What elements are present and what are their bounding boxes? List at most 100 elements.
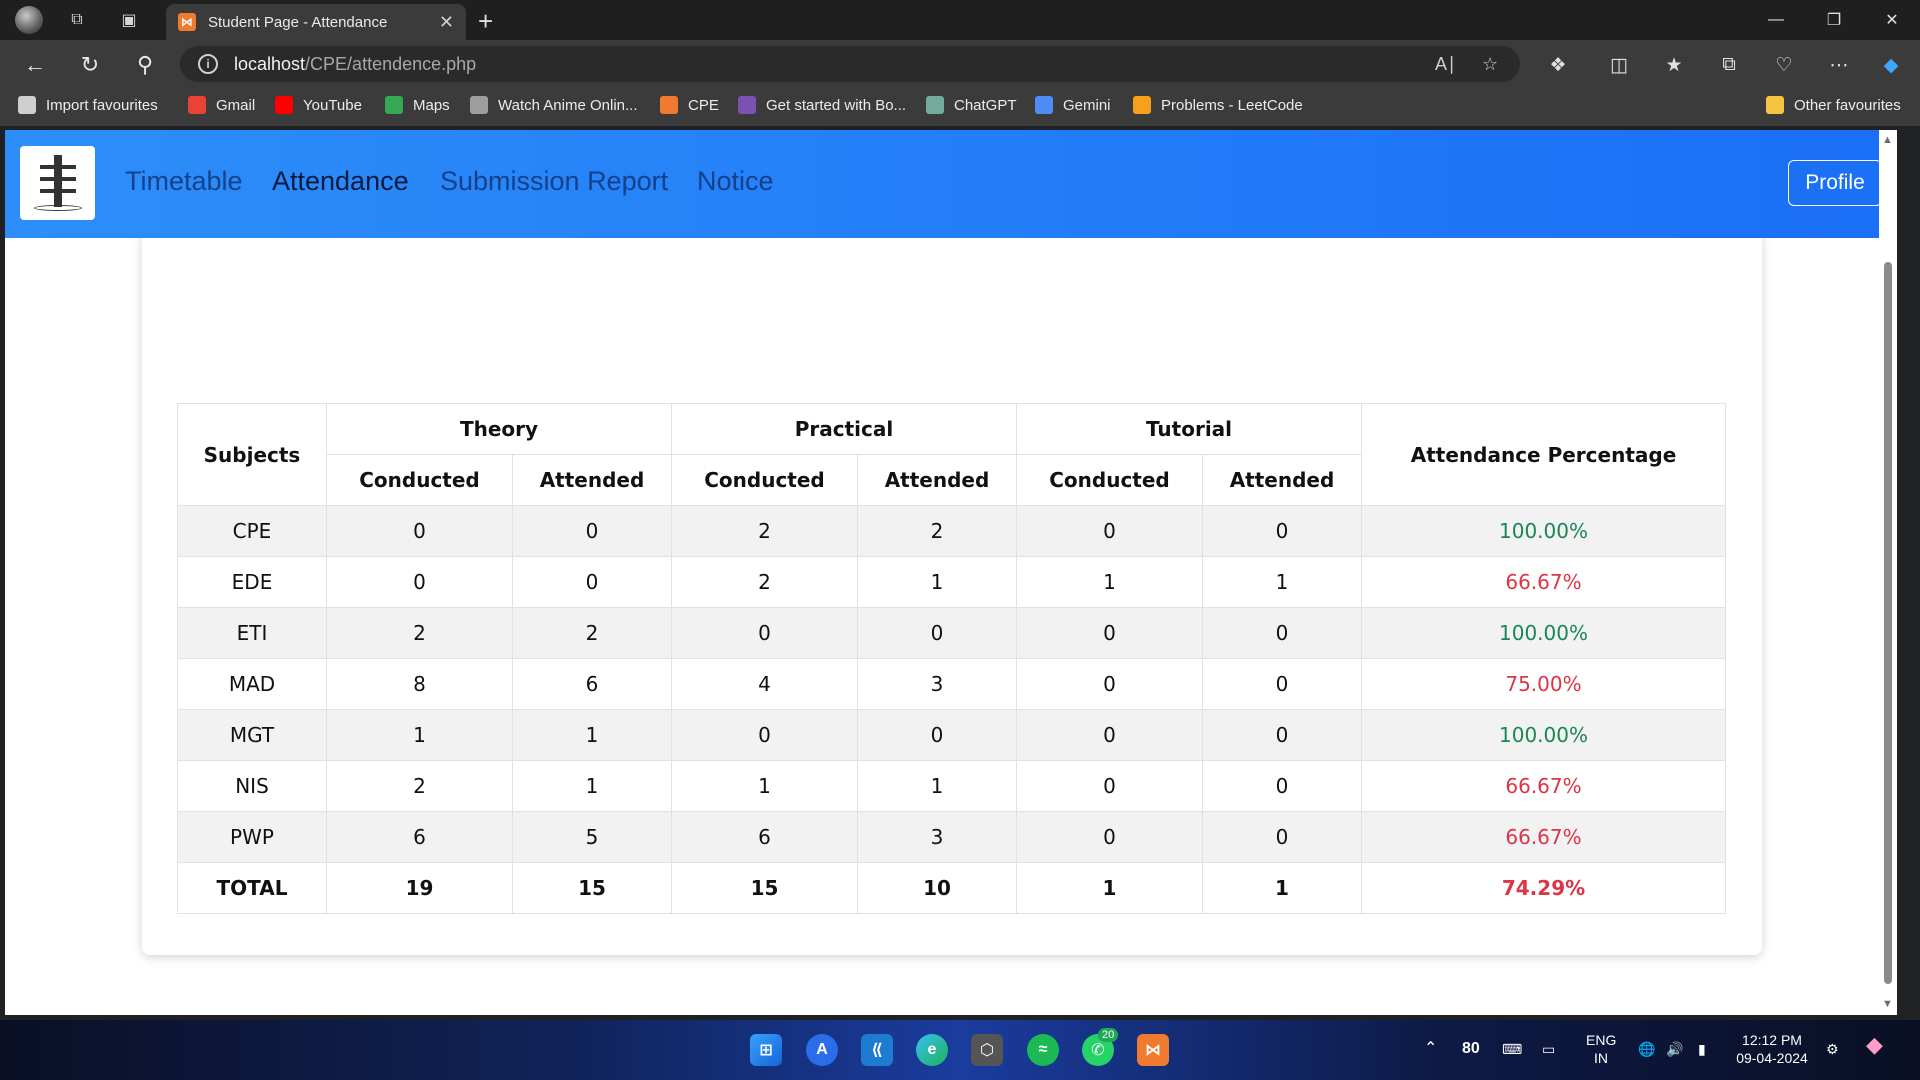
percentage-cell: 75.00% xyxy=(1361,658,1726,710)
favorite-item[interactable]: YouTube xyxy=(275,96,362,114)
page-viewport: Timetable Attendance Submission Report N… xyxy=(5,130,1897,1015)
browser-tab[interactable]: ⋈ Student Page - Attendance ✕ xyxy=(166,4,466,40)
value-cell: 3 xyxy=(857,811,1017,863)
nav-notice[interactable]: Notice xyxy=(697,166,774,197)
read-aloud-icon[interactable]: A∣ xyxy=(1435,54,1456,75)
favorite-label: CPE xyxy=(688,96,719,114)
subject-cell: PWP xyxy=(177,811,327,863)
favorite-label: Problems - LeetCode xyxy=(1161,96,1303,114)
split-screen-icon[interactable]: ◫ xyxy=(1604,50,1634,80)
app-store-icon[interactable]: A xyxy=(806,1034,838,1066)
search-icon[interactable]: ⚲ xyxy=(130,50,160,80)
scroll-up-icon[interactable]: ▲ xyxy=(1882,134,1893,146)
xampp-icon[interactable]: ⋈ xyxy=(1137,1034,1169,1066)
battery-icon[interactable]: ▮ xyxy=(1698,1040,1706,1058)
collections-icon[interactable]: ⧉ xyxy=(1714,50,1744,80)
favorite-item[interactable]: Get started with Bo... xyxy=(738,96,906,114)
value-cell: 2 xyxy=(512,607,672,659)
favorite-star-icon[interactable]: ☆ xyxy=(1482,54,1498,75)
value-cell: 15 xyxy=(512,862,672,914)
start-icon[interactable]: ⊞ xyxy=(750,1034,782,1066)
close-tab-icon[interactable]: ✕ xyxy=(439,12,454,33)
temperature-reading[interactable]: 80 xyxy=(1462,1040,1480,1058)
value-cell: 0 xyxy=(326,556,513,608)
value-cell: 6 xyxy=(512,658,672,710)
scroll-thumb[interactable] xyxy=(1884,262,1892,984)
scroll-down-icon[interactable]: ▼ xyxy=(1882,998,1893,1010)
extensions-icon[interactable]: ❖ xyxy=(1543,50,1573,80)
percentage-cell: 100.00% xyxy=(1361,709,1726,761)
nav-submission-report[interactable]: Submission Report xyxy=(440,166,668,197)
table-row: MAD 8 6 4 3 0 0 75.00% xyxy=(177,658,1726,710)
subject-cell: CPE xyxy=(177,505,327,557)
minimize-icon[interactable]: — xyxy=(1748,0,1804,40)
value-cell: 1 xyxy=(1202,862,1362,914)
nav-attendance[interactable]: Attendance xyxy=(272,166,409,197)
close-window-icon[interactable]: ✕ xyxy=(1864,0,1920,40)
value-cell: 0 xyxy=(1202,658,1362,710)
back-icon[interactable]: ← xyxy=(20,50,50,80)
clock-date: 09-04-2024 xyxy=(1736,1050,1808,1066)
favorite-item[interactable]: Maps xyxy=(385,96,450,114)
new-tab-icon[interactable]: + xyxy=(478,6,493,37)
tab-actions-icon[interactable]: ▣ xyxy=(116,7,142,33)
favorite-item[interactable]: Watch Anime Onlin... xyxy=(470,96,638,114)
favorite-item[interactable]: Problems - LeetCode xyxy=(1133,96,1303,114)
volume-icon[interactable]: 🔊 xyxy=(1666,1040,1683,1058)
value-cell: 1 xyxy=(857,760,1017,812)
favorite-item[interactable]: ChatGPT xyxy=(926,96,1017,114)
value-cell: 0 xyxy=(1016,505,1203,557)
header-tutorial-attended: Attended xyxy=(1202,454,1362,506)
spotify-icon[interactable]: ≈ xyxy=(1027,1034,1059,1066)
favorite-label: Watch Anime Onlin... xyxy=(498,96,638,114)
favorites-icon[interactable]: ★ xyxy=(1659,50,1689,80)
vscode-icon[interactable]: ⟪ xyxy=(861,1034,893,1066)
unity-icon[interactable]: ⬡ xyxy=(971,1034,1003,1066)
clock[interactable]: 12:12 PM 09-04-2024 xyxy=(1736,1031,1808,1067)
college-logo[interactable] xyxy=(20,146,95,220)
value-cell: 0 xyxy=(1202,760,1362,812)
language-indicator[interactable]: ENG IN xyxy=(1586,1031,1616,1067)
value-cell: 10 xyxy=(857,862,1017,914)
header-attendance-percentage: Attendance Percentage xyxy=(1361,403,1726,506)
value-cell: 2 xyxy=(326,607,513,659)
more-options-icon[interactable]: ⋯ xyxy=(1824,50,1854,80)
tablet-icon[interactable]: ▭ xyxy=(1542,1040,1555,1058)
value-cell: 0 xyxy=(1016,658,1203,710)
bootstrap-icon xyxy=(738,96,756,114)
show-hidden-icons[interactable]: ⌃ xyxy=(1424,1040,1437,1058)
favorite-item[interactable]: Gmail xyxy=(188,96,255,114)
copilot-icon[interactable]: ◆ xyxy=(1876,50,1906,80)
edge-icon[interactable]: e xyxy=(916,1034,948,1066)
favorite-item[interactable]: Import favourites xyxy=(18,96,158,114)
site-info-icon[interactable]: i xyxy=(198,54,218,74)
keyboard-icon[interactable]: ⌨ xyxy=(1502,1040,1522,1058)
header-theory-conducted: Conducted xyxy=(326,454,513,506)
profile-button[interactable]: Profile xyxy=(1788,160,1882,206)
favorite-label: YouTube xyxy=(303,96,362,114)
favorite-item[interactable]: Gemini xyxy=(1035,96,1111,114)
value-cell: 1 xyxy=(857,556,1017,608)
workspaces-icon[interactable]: ⧉ xyxy=(64,7,90,33)
settings-gear-icon[interactable]: ⚙ xyxy=(1826,1040,1839,1058)
network-icon[interactable]: 🌐 xyxy=(1638,1040,1655,1058)
site-navbar: Timetable Attendance Submission Report N… xyxy=(5,130,1897,238)
subject-cell: MGT xyxy=(177,709,327,761)
table-row: MGT 1 1 0 0 0 0 100.00% xyxy=(177,709,1726,761)
url-bar[interactable]: i localhost/CPE/attendence.php A∣ ☆ xyxy=(180,46,1520,82)
restore-icon[interactable]: ❐ xyxy=(1806,0,1862,40)
value-cell: 0 xyxy=(671,607,858,659)
refresh-icon[interactable]: ↻ xyxy=(75,50,105,80)
table-row: EDE 0 0 2 1 1 1 66.67% xyxy=(177,556,1726,608)
nav-timetable[interactable]: Timetable xyxy=(125,166,243,197)
value-cell: 19 xyxy=(326,862,513,914)
page-scrollbar[interactable]: ▲ ▼ xyxy=(1879,130,1897,1015)
profile-avatar[interactable] xyxy=(15,6,43,34)
gmail-icon xyxy=(188,96,206,114)
copilot-taskbar-icon[interactable]: ◆ xyxy=(1866,1034,1883,1056)
header-practical: Practical xyxy=(671,403,1017,455)
other-favourites[interactable]: Other favourites xyxy=(1766,96,1901,114)
browser-essentials-icon[interactable]: ♡ xyxy=(1769,50,1799,80)
favorite-item[interactable]: CPE xyxy=(660,96,719,114)
value-cell: 3 xyxy=(857,658,1017,710)
